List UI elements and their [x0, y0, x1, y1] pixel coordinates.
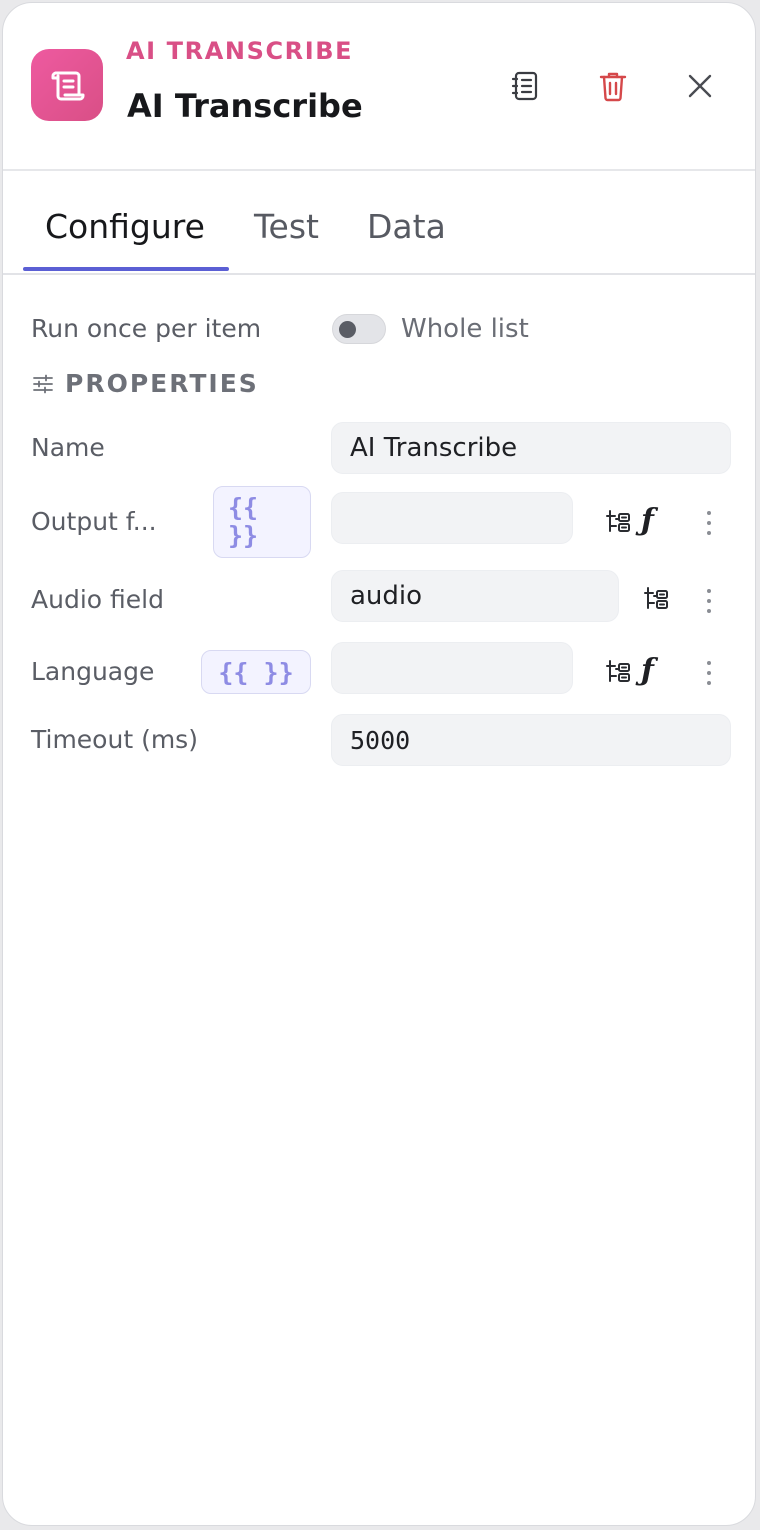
tree-structure-icon [606, 660, 630, 682]
notes-icon [511, 71, 538, 101]
ai-transcribe-panel: AI TRANSCRIBE AI Transcribe Configure Te… [2, 2, 756, 1526]
tree-structure-icon [606, 510, 630, 532]
output-field-expression-button[interactable]: ƒ [641, 503, 654, 538]
output-field-more-button[interactable] [704, 508, 714, 538]
language-expression-button[interactable]: ƒ [641, 653, 654, 688]
output-field-variable-button[interactable] [604, 507, 634, 537]
sliders-icon [33, 374, 53, 393]
audio-field-label: Audio field [31, 585, 164, 614]
name-input[interactable]: AI Transcribe [331, 422, 731, 474]
output-field-label: Output f... [31, 507, 157, 536]
scroll-icon [31, 49, 103, 121]
output-template-button[interactable]: {{ }} [213, 486, 311, 558]
active-tab-indicator [23, 267, 229, 271]
language-more-button[interactable] [704, 658, 714, 688]
template-close-braces: }} [228, 521, 259, 550]
delete-button[interactable] [592, 65, 634, 107]
template-open-braces: {{ [228, 493, 259, 522]
tab-bar: Configure Test Data [3, 171, 755, 275]
notes-button[interactable] [505, 65, 547, 107]
toggle-knob [339, 321, 356, 338]
output-field-input[interactable] [331, 492, 573, 544]
node-type-label: AI TRANSCRIBE [126, 37, 354, 65]
run-once-per-item-label: Run once per item [31, 314, 262, 343]
node-title: AI Transcribe [127, 87, 363, 125]
name-label: Name [31, 433, 105, 462]
run-mode-toggle[interactable] [332, 314, 386, 344]
timeout-input[interactable]: 5000 [331, 714, 731, 766]
whole-list-label: Whole list [401, 314, 529, 344]
properties-section-header: PROPERTIES [33, 369, 259, 398]
close-icon [688, 74, 712, 98]
language-variable-button[interactable] [604, 657, 634, 687]
tab-test[interactable]: Test [254, 207, 319, 246]
tab-data[interactable]: Data [367, 207, 446, 246]
trash-icon [599, 72, 627, 102]
audio-field-variable-button[interactable] [642, 584, 672, 614]
timeout-label: Timeout (ms) [31, 725, 198, 754]
audio-field-input[interactable]: audio [331, 570, 619, 622]
language-template-button[interactable]: {{ }} [201, 650, 311, 694]
audio-field-more-button[interactable] [704, 586, 714, 616]
tab-configure[interactable]: Configure [45, 207, 205, 246]
properties-title: PROPERTIES [65, 369, 259, 398]
tree-structure-icon [644, 587, 668, 609]
panel-header: AI TRANSCRIBE AI Transcribe [3, 3, 755, 171]
language-input[interactable] [331, 642, 573, 694]
language-label: Language [31, 657, 155, 686]
close-button[interactable] [679, 65, 721, 107]
